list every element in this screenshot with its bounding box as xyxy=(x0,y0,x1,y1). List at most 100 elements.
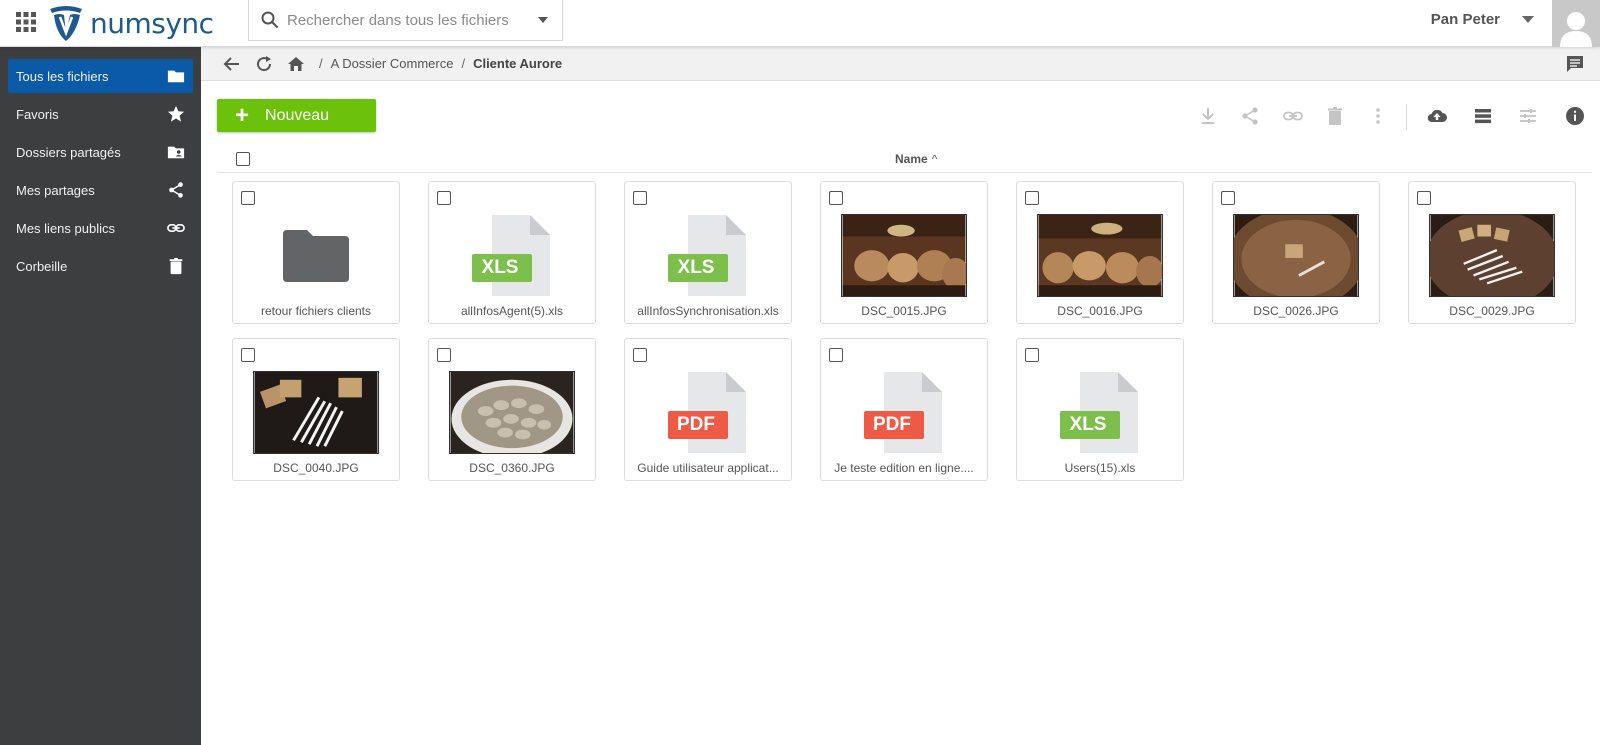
file-name: DSC_0026.JPG xyxy=(1253,304,1339,318)
file-checkbox[interactable] xyxy=(437,348,451,362)
file-tile[interactable]: PDF Je teste edition en ligne.... xyxy=(820,338,988,481)
logo-text: numsync xyxy=(90,6,214,40)
xls-badge: XLS xyxy=(1069,414,1107,435)
more-vertical-icon[interactable] xyxy=(1368,106,1388,126)
file-checkbox[interactable] xyxy=(829,348,843,362)
xls-file-icon: XLS xyxy=(1037,371,1163,454)
apps-grid-icon[interactable] xyxy=(16,12,36,32)
list-header: Name ^ xyxy=(217,146,1592,173)
top-bar: numsync Pan Peter xyxy=(0,0,1600,47)
file-name: Je teste edition en ligne.... xyxy=(834,461,974,475)
file-name: allInfosSynchronisation.xls xyxy=(637,304,779,318)
photo-thumbnail xyxy=(1037,214,1163,297)
trash-icon xyxy=(169,257,183,275)
sidebar-item-all-files[interactable]: Tous les fichiers xyxy=(8,59,193,93)
download-icon[interactable] xyxy=(1198,106,1218,126)
user-menu-chevron-icon[interactable] xyxy=(1522,16,1534,23)
link-icon xyxy=(167,224,185,232)
photo-thumbnail xyxy=(253,371,379,454)
pens-on-barrel-photo-icon xyxy=(1429,214,1555,297)
refresh-icon[interactable] xyxy=(255,55,273,73)
file-tile[interactable]: DSC_0015.JPG xyxy=(820,181,988,324)
home-icon[interactable] xyxy=(287,55,305,73)
sidebar-item-trash[interactable]: Corbeille xyxy=(8,249,193,283)
file-tile[interactable]: DSC_0026.JPG xyxy=(1212,181,1380,324)
cloud-upload-icon[interactable] xyxy=(1427,106,1447,126)
file-name: Guide utilisateur applicat... xyxy=(637,461,779,475)
app-logo[interactable]: numsync xyxy=(46,2,214,44)
folder-icon xyxy=(253,214,379,297)
sidebar-item-my-shares[interactable]: Mes partages xyxy=(8,173,193,207)
file-tile[interactable]: DSC_0016.JPG xyxy=(1016,181,1184,324)
cellar-photo-icon xyxy=(841,214,967,297)
avatar[interactable] xyxy=(1552,0,1600,47)
breadcrumb-parent[interactable]: A Dossier Commerce xyxy=(331,56,454,71)
file-checkbox[interactable] xyxy=(829,191,843,205)
plus-icon: + xyxy=(235,101,250,129)
share-icon[interactable] xyxy=(1240,106,1260,126)
file-checkbox[interactable] xyxy=(241,348,255,362)
file-tile[interactable]: XLS Users(15).xls xyxy=(1016,338,1184,481)
sidebar-item-label: Mes partages xyxy=(16,182,95,198)
file-checkbox[interactable] xyxy=(1025,348,1039,362)
share-icon xyxy=(169,182,183,198)
photo-thumbnail xyxy=(1233,214,1359,297)
file-name: allInfosAgent(5).xls xyxy=(460,304,564,318)
shared-folder-icon xyxy=(167,146,185,159)
sidebar-item-label: Dossiers partagés xyxy=(16,144,121,160)
file-name: retour fichiers clients xyxy=(260,304,372,318)
file-name: DSC_0029.JPG xyxy=(1449,304,1535,318)
file-checkbox[interactable] xyxy=(633,348,647,362)
sidebar-item-label: Corbeille xyxy=(16,258,68,274)
sidebar-item-label: Favoris xyxy=(16,106,59,122)
sidebar-item-label: Mes liens publics xyxy=(16,220,115,236)
sort-by-name[interactable]: Name ^ xyxy=(895,152,937,166)
file-checkbox[interactable] xyxy=(1221,191,1235,205)
breadcrumb-separator: / xyxy=(319,56,323,71)
info-icon[interactable] xyxy=(1565,106,1585,126)
sidebar-item-favorites[interactable]: Favoris xyxy=(8,97,193,131)
oysters-photo-icon xyxy=(449,371,575,454)
list-view-icon[interactable] xyxy=(1473,106,1493,126)
breadcrumb-separator: / xyxy=(461,56,466,71)
file-tile[interactable]: DSC_0040.JPG xyxy=(232,338,400,481)
xls-badge: XLS xyxy=(481,257,519,278)
file-name: DSC_0015.JPG xyxy=(861,304,947,318)
search-input[interactable] xyxy=(287,11,527,29)
file-tile[interactable]: PDF Guide utilisateur applicat... xyxy=(624,338,792,481)
user-silhouette-icon xyxy=(1560,12,1592,47)
file-name: DSC_0040.JPG xyxy=(273,461,359,475)
sidebar-item-shared-folders[interactable]: Dossiers partagés xyxy=(8,135,193,169)
new-button[interactable]: + Nouveau xyxy=(217,99,376,132)
file-tile[interactable]: XLS allInfosSynchronisation.xls xyxy=(624,181,792,324)
pdf-file-icon: PDF xyxy=(645,371,771,454)
file-checkbox[interactable] xyxy=(633,191,647,205)
comments-icon[interactable] xyxy=(1566,55,1584,73)
file-tile[interactable]: retour fichiers clients xyxy=(232,181,400,324)
cellar-photo-icon xyxy=(1037,214,1163,297)
xls-file-icon: XLS xyxy=(449,214,575,297)
barrel-photo-icon xyxy=(1233,214,1359,297)
select-all-checkbox[interactable] xyxy=(236,152,250,166)
photo-thumbnail xyxy=(1429,214,1555,297)
pdf-badge: PDF xyxy=(677,414,715,435)
file-checkbox[interactable] xyxy=(1025,191,1039,205)
file-tile[interactable]: DSC_0360.JPG xyxy=(428,338,596,481)
sidebar-item-public-links[interactable]: Mes liens publics xyxy=(8,211,193,245)
file-name: DSC_0016.JPG xyxy=(1057,304,1143,318)
file-checkbox[interactable] xyxy=(1417,191,1431,205)
back-arrow-icon[interactable] xyxy=(223,55,241,73)
file-tile[interactable]: DSC_0029.JPG xyxy=(1408,181,1576,324)
search-options-chevron-icon[interactable] xyxy=(538,17,548,23)
file-checkbox[interactable] xyxy=(241,191,255,205)
pdf-badge: PDF xyxy=(873,414,911,435)
search-box xyxy=(248,0,563,41)
user-name[interactable]: Pan Peter xyxy=(1431,11,1500,28)
link-icon[interactable] xyxy=(1283,106,1303,126)
xls-badge: XLS xyxy=(677,257,715,278)
filter-settings-icon[interactable] xyxy=(1518,106,1538,126)
toolbar-divider xyxy=(1406,104,1407,130)
delete-icon[interactable] xyxy=(1325,106,1345,126)
file-tile[interactable]: XLS allInfosAgent(5).xls xyxy=(428,181,596,324)
file-checkbox[interactable] xyxy=(437,191,451,205)
